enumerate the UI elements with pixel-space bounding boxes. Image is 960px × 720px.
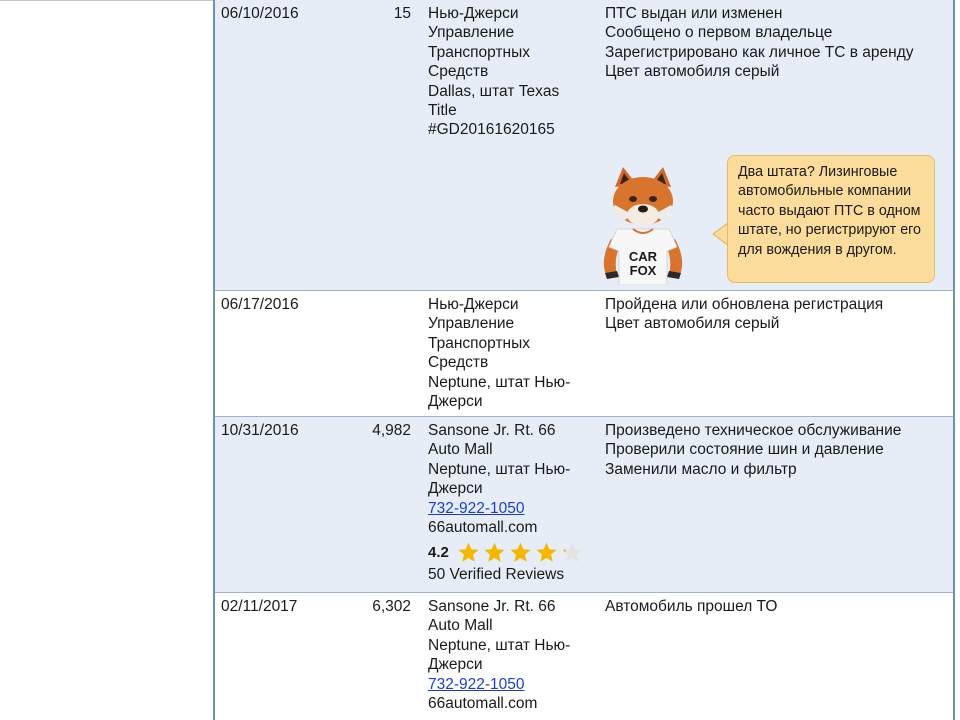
row-date: 10/31/2016	[221, 422, 299, 439]
row-source: Sansone Jr. Rt. 66 Auto Mall Neptune, шт…	[428, 597, 593, 713]
source-line: Управление	[428, 315, 515, 333]
star-icon	[458, 542, 479, 562]
detail-line: Автомобиль прошел ТО	[605, 598, 778, 615]
phone-link[interactable]: 732-922-1050	[428, 499, 593, 518]
source-line: Джерси	[428, 480, 483, 498]
source-line: Нью-Джерси	[428, 296, 519, 313]
row-details: Произведено техническое обслуживание Про…	[605, 421, 945, 479]
carfox-mascot-icon: CAR FOX	[603, 167, 683, 285]
reviews-count: 50 Verified Reviews	[428, 566, 565, 584]
row-mileage: 15	[393, 5, 411, 22]
star-icon	[510, 542, 531, 562]
source-line: Neptune, штат Нью-	[428, 636, 571, 654]
source-line: Title	[428, 102, 457, 120]
row-details: Пройдена или обновлена регистрация Цвет …	[605, 295, 945, 334]
history-row-4: 02/11/2017 6,302 Sansone Jr. Rt. 66 Auto…	[215, 593, 953, 720]
rating-stars	[457, 541, 587, 564]
detail-line: ПТС выдан или изменен	[605, 5, 783, 22]
row-date: 06/17/2016	[221, 296, 299, 313]
row-date: 06/10/2016	[221, 5, 299, 22]
top-divider	[0, 0, 213, 1]
vehicle-history-table: 06/10/2016 15 Нью-Джерси Управление Тран…	[213, 0, 955, 720]
carfox-shirt-text-bottom: FOX	[630, 263, 657, 278]
source-line: Dallas, штат Texas	[428, 82, 560, 100]
row-date: 02/11/2017	[221, 598, 298, 615]
rating-value: 4.2	[428, 543, 449, 561]
star-icon	[562, 542, 583, 562]
detail-line: Цвет автомобиля серый	[605, 315, 780, 333]
source-line: Транспортных	[428, 334, 530, 352]
detail-line: Заменили масло и фильтр	[605, 460, 797, 478]
detail-line: Пройдена или обновлена регистрация	[605, 296, 884, 313]
row-mileage: 6,302	[372, 598, 411, 615]
source-line: Нью-Джерси	[428, 5, 519, 22]
detail-line: Зарегистрировано как личное ТС в аренду	[605, 43, 914, 61]
source-line: #GD20161620165	[428, 121, 555, 139]
carfox-shirt-text-top: CAR	[629, 249, 658, 264]
history-row-1: 06/10/2016 15 Нью-Джерси Управление Тран…	[215, 0, 953, 291]
source-line: Джерси	[428, 393, 483, 411]
row-details: Автомобиль прошел ТО	[605, 597, 945, 616]
row-mileage: 4,982	[372, 422, 411, 439]
source-line: Джерси	[428, 656, 483, 674]
source-line: Neptune, штат Нью-	[428, 460, 571, 478]
detail-line: Цвет автомобиля серый	[605, 63, 780, 81]
source-line: Sansone Jr. Rt. 66	[428, 598, 556, 615]
row-source: Нью-Джерси Управление Транспортных Средс…	[428, 4, 593, 140]
history-row-2: 06/17/2016 Нью-Джерси Управление Транспо…	[215, 291, 953, 417]
source-line: Средств	[428, 63, 489, 81]
source-line: Sansone Jr. Rt. 66	[428, 422, 556, 439]
source-line: Neptune, штат Нью-	[428, 373, 571, 391]
detail-line: Сообщено о первом владельце	[605, 24, 833, 42]
phone-link[interactable]: 732-922-1050	[428, 675, 593, 694]
star-rating[interactable]: 4.2	[428, 539, 593, 565]
detail-line: Проверили состояние шин и давление	[605, 441, 884, 459]
row-source: Sansone Jr. Rt. 66 Auto Mall Neptune, шт…	[428, 421, 593, 585]
detail-line: Произведено техническое обслуживание	[605, 422, 902, 439]
row-source: Нью-Джерси Управление Транспортных Средс…	[428, 295, 593, 411]
source-line: Auto Mall	[428, 441, 493, 459]
source-line: Средств	[428, 354, 489, 372]
star-icon	[484, 542, 505, 562]
source-line: Транспортных	[428, 43, 530, 61]
source-line: Auto Mall	[428, 617, 493, 635]
source-line: Управление	[428, 24, 515, 42]
tip-bubble: Два штата? Лизинговые автомобильные комп…	[727, 155, 935, 283]
website-text: 66automall.com	[428, 695, 538, 713]
history-row-3: 10/31/2016 4,982 Sansone Jr. Rt. 66 Auto…	[215, 417, 953, 593]
website-text: 66automall.com	[428, 519, 538, 537]
row-details: ПТС выдан или изменен Сообщено о первом …	[605, 4, 945, 82]
left-blank-pane	[0, 0, 213, 720]
star-icon	[536, 542, 557, 562]
